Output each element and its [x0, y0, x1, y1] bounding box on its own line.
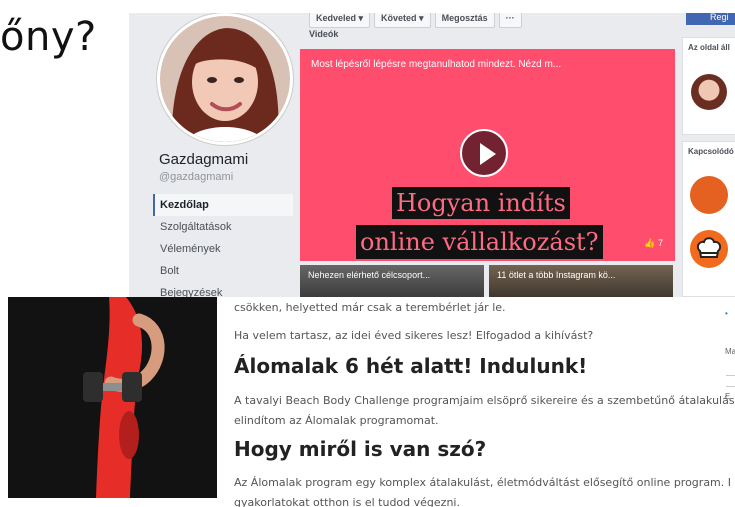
facebook-main-column: Kedveled ▾ Követed ▾ Megosztás ··· Videó… [300, 13, 675, 297]
more-options-button[interactable]: ··· [498, 13, 522, 28]
page-handle: @gazdagmami [159, 171, 234, 183]
profile-photo-icon [160, 16, 290, 142]
page-action-bar: Kedveled ▾ Követed ▾ Megosztás ··· [309, 13, 522, 28]
related-pages-card: Kapcsolódó [682, 141, 735, 297]
featured-video[interactable]: Most lépésről lépésre megtanulhatod mind… [300, 49, 675, 261]
thumbnail-title: Nehezen elérhető célcsoport... [308, 270, 431, 280]
edge-dot: • [725, 309, 728, 318]
video-title-line-1: Hogyan indíts [392, 187, 570, 219]
profile-picture[interactable] [157, 13, 293, 145]
paragraph: A tavalyi Beach Body Challenge programja… [234, 394, 735, 407]
page-info-card: Az oldal áll [682, 37, 735, 135]
video-caption: Most lépésről lépésre megtanulhatod mind… [311, 59, 562, 70]
nav-item-posts[interactable]: Bejegyzések [153, 282, 293, 297]
website-screenshot: csökken, helyetted már csak a terembérle… [0, 297, 735, 507]
fitness-woman-image-icon [8, 297, 217, 498]
register-button[interactable]: Regi [686, 13, 735, 25]
chef-hat-icon[interactable] [690, 230, 728, 268]
edge-text-e: E [725, 392, 731, 401]
related-pages-title: Kapcsolódó [688, 147, 734, 156]
share-page-button[interactable]: Megosztás [434, 13, 495, 28]
facebook-page-screenshot: Gazdagmami @gazdagmami Kezdőlap Szolgált… [129, 13, 735, 297]
facebook-sidebar: Gazdagmami @gazdagmami Kezdőlap Szolgált… [129, 13, 293, 297]
chef-hat-graphic-icon [696, 237, 722, 258]
page-info-card-title: Az oldal áll [688, 43, 730, 52]
edge-line [726, 375, 735, 387]
related-page-avatar[interactable] [690, 176, 728, 214]
nav-item-services[interactable]: Szolgáltatások [153, 216, 293, 238]
slide-title-fragment: őny? [0, 14, 97, 60]
video-thumbnail[interactable]: 11 ötlet a több Instagram kö... [489, 265, 673, 297]
fitness-model-photo [8, 297, 217, 498]
video-like-count: 👍 7 [644, 238, 663, 248]
paragraph: Ha velem tartasz, az idei éved sikeres l… [234, 329, 594, 342]
nav-item-home[interactable]: Kezdőlap [153, 194, 293, 216]
video-thumbnail[interactable]: Nehezen elérhető célcsoport... [300, 265, 484, 297]
video-title-line-2: online vállalkozást? [356, 225, 603, 259]
section-heading: Hogy miről is van szó? [234, 437, 487, 461]
composite-slide: őny? Gazdagmami @gazdagmami Kezdőlap Szo… [0, 0, 735, 507]
edge-text-m: Ma [725, 347, 735, 356]
play-video-icon[interactable] [460, 129, 508, 177]
thumbnail-title: 11 ötlet a több Instagram kö... [497, 270, 616, 280]
page-owner-avatar[interactable] [691, 74, 727, 110]
paragraph: elindítom az Álomalak programomat. [234, 414, 439, 427]
paragraph: csökken, helyetted már csak a terembérle… [234, 301, 506, 314]
videos-section-label: Videók [309, 29, 339, 39]
nav-item-shop[interactable]: Bolt [153, 260, 293, 282]
nav-item-reviews[interactable]: Vélemények [153, 238, 293, 260]
like-page-button[interactable]: Kedveled ▾ [309, 13, 371, 28]
paragraph: gyakorlatokat otthon is el tudod végezni… [234, 496, 460, 507]
follow-page-button[interactable]: Követed ▾ [374, 13, 431, 28]
section-heading: Álomalak 6 hét alatt! Indulunk! [234, 354, 588, 378]
page-navigation: Kezdőlap Szolgáltatások Vélemények Bolt … [153, 194, 293, 297]
paragraph: Az Álomalak program egy komplex átalakul… [234, 476, 732, 489]
facebook-right-column: Regi Az oldal áll Kapcsolódó [682, 13, 735, 297]
page-name[interactable]: Gazdagmami [159, 151, 248, 168]
